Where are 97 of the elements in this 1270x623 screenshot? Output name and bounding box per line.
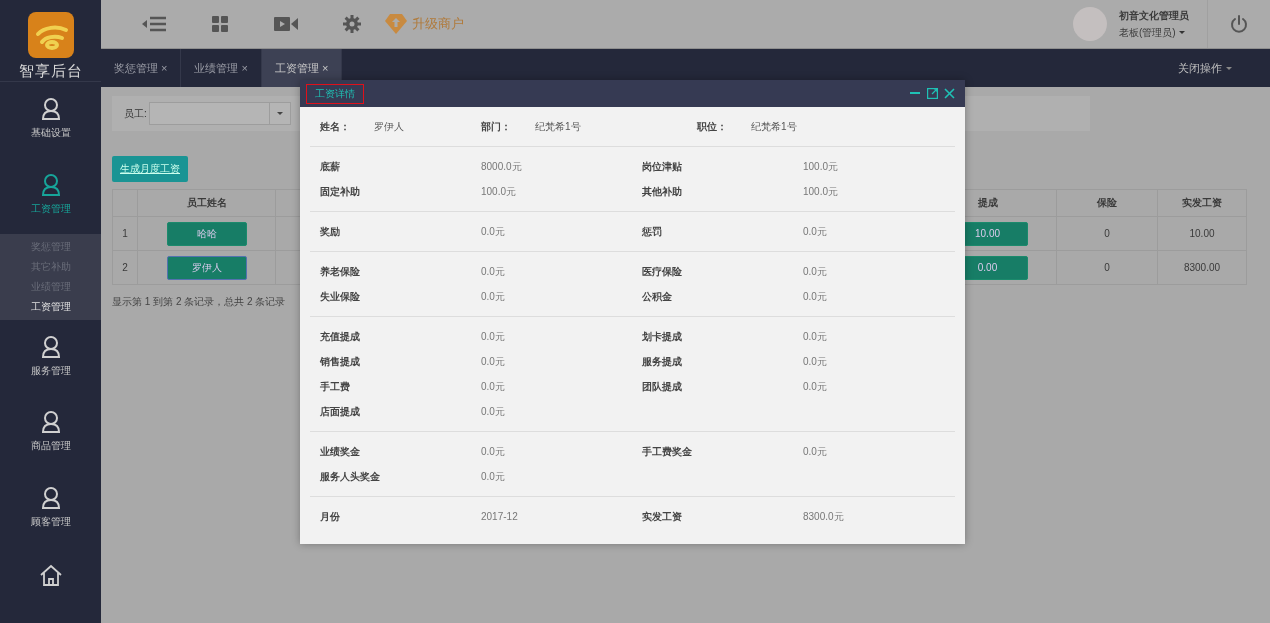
- dialog-title: 工资详情: [306, 83, 364, 104]
- submenu-item[interactable]: 工资管理: [0, 296, 101, 317]
- user-icon: [40, 411, 61, 434]
- field-label: 月份: [320, 509, 341, 524]
- field-value: 0.0元: [803, 224, 828, 239]
- field-value: 0.0元: [803, 289, 828, 304]
- tab[interactable]: 业绩管理 ×: [181, 49, 262, 87]
- field-label: 充值提成: [320, 329, 361, 344]
- pagination-info: 显示第 1 到第 2 条记录，总共 2 条记录: [112, 295, 286, 309]
- caret-icon: [276, 112, 283, 115]
- sidebar-item[interactable]: 顾客管理: [0, 471, 101, 548]
- power-icon[interactable]: [1230, 15, 1248, 33]
- sidebar-item[interactable]: 工资管理: [0, 157, 101, 234]
- field-label: 固定补助: [320, 184, 361, 199]
- user-icon: [40, 335, 61, 358]
- field-value: 8300.0元: [803, 509, 845, 524]
- grid-icon[interactable]: [212, 16, 228, 32]
- close-icon[interactable]: ×: [161, 62, 168, 74]
- field-label: 店面提成: [320, 404, 361, 419]
- menu-collapse-icon[interactable]: [142, 15, 166, 33]
- field-label: 其他补助: [642, 184, 683, 199]
- column-header: 保险: [1056, 189, 1158, 217]
- table-cell: 0: [1056, 216, 1158, 251]
- diamond-icon: [385, 14, 407, 34]
- field-label: 公积金: [642, 289, 673, 304]
- table-cell: 8300.00: [1157, 250, 1247, 285]
- field-label: 员工:: [124, 106, 147, 121]
- field-label: 部门：: [481, 119, 512, 134]
- logo-icon: [27, 12, 74, 58]
- field-label: 惩罚: [642, 224, 663, 239]
- sidebar-item[interactable]: 基础设置: [0, 82, 101, 158]
- column-header: 实发工资: [1157, 189, 1247, 217]
- field-label: 服务人头奖金: [320, 469, 381, 484]
- field-value: 100.0元: [803, 184, 840, 199]
- generate-salary-button[interactable]: 生成月度工资: [112, 156, 188, 182]
- field-label: 奖励: [320, 224, 341, 239]
- field-value: 0.0元: [803, 354, 828, 369]
- field-label: 销售提成: [320, 354, 361, 369]
- sidebar-item[interactable]: 商品管理: [0, 395, 101, 472]
- gear-icon[interactable]: [343, 15, 361, 33]
- field-label: 养老保险: [320, 264, 361, 279]
- field-value: 0.0元: [481, 469, 506, 484]
- field-value: 0.0元: [803, 444, 828, 459]
- field-value: 0.0元: [481, 354, 506, 369]
- sidebar-item[interactable]: 服务管理: [0, 319, 101, 396]
- field-value: 纪梵希1号: [535, 119, 582, 134]
- field-value: 0.0元: [481, 264, 506, 279]
- tab[interactable]: 奖惩管理 ×: [101, 49, 182, 87]
- field-label: 手工费奖金: [642, 444, 693, 459]
- field-value: 0.0元: [481, 444, 506, 459]
- close-icon[interactable]: ×: [241, 62, 248, 74]
- field-label: 服务提成: [642, 354, 683, 369]
- video-camera-icon[interactable]: [274, 16, 298, 32]
- field-value: 100.0元: [803, 159, 840, 174]
- field-value: 0.0元: [481, 404, 506, 419]
- logo-text: 智享后台: [18, 62, 83, 81]
- field-value: 0.0元: [803, 329, 828, 344]
- field-label: 实发工资: [642, 509, 683, 524]
- close-icon[interactable]: [944, 88, 955, 99]
- field-value: 2017-12: [481, 511, 519, 522]
- close-actions-dropdown[interactable]: 关闭操作: [1178, 49, 1270, 87]
- table-cell: 10.00: [1157, 216, 1247, 251]
- employee-name-button[interactable]: 哈哈: [166, 221, 247, 246]
- field-value: 0.0元: [803, 264, 828, 279]
- caret-icon: [1178, 31, 1185, 34]
- row-number: 2: [112, 250, 138, 285]
- user-name: 初音文化管理员: [1119, 8, 1189, 23]
- field-value: 100.0元: [481, 184, 518, 199]
- field-label: 底薪: [320, 159, 341, 174]
- table-cell: 0: [1056, 250, 1158, 285]
- field-label: 手工费: [320, 379, 351, 394]
- field-label: 团队提成: [642, 379, 683, 394]
- field-value: 纪梵希1号: [751, 119, 798, 134]
- field-value: 8000.0元: [481, 159, 523, 174]
- role-dropdown[interactable]: 老板(管理员): [1119, 25, 1189, 40]
- field-value: 罗伊人: [374, 119, 405, 134]
- field-value: 0.0元: [481, 224, 506, 239]
- row-number: 1: [112, 216, 138, 251]
- field-label: 业绩奖金: [320, 444, 361, 459]
- field-label: 划卡提成: [642, 329, 683, 344]
- employee-name-button[interactable]: 罗伊人: [166, 255, 247, 280]
- column-header: 员工姓名: [137, 189, 276, 217]
- field-value: 0.0元: [481, 379, 506, 394]
- user-icon: [40, 173, 61, 196]
- close-icon[interactable]: ×: [321, 62, 329, 74]
- user-icon: [40, 487, 61, 510]
- maximize-icon[interactable]: [927, 88, 938, 99]
- field-value: 0.0元: [481, 329, 506, 344]
- field-label: 姓名：: [320, 119, 351, 134]
- field-label: 岗位津贴: [642, 159, 683, 174]
- field-value: 0.0元: [803, 379, 828, 394]
- field-label: 职位：: [697, 119, 728, 134]
- user-icon: [40, 98, 61, 120]
- caret-icon: [1226, 66, 1232, 70]
- field-label: 失业保险: [320, 289, 361, 304]
- field-value: 0.0元: [481, 289, 506, 304]
- field-label: 医疗保险: [642, 264, 683, 279]
